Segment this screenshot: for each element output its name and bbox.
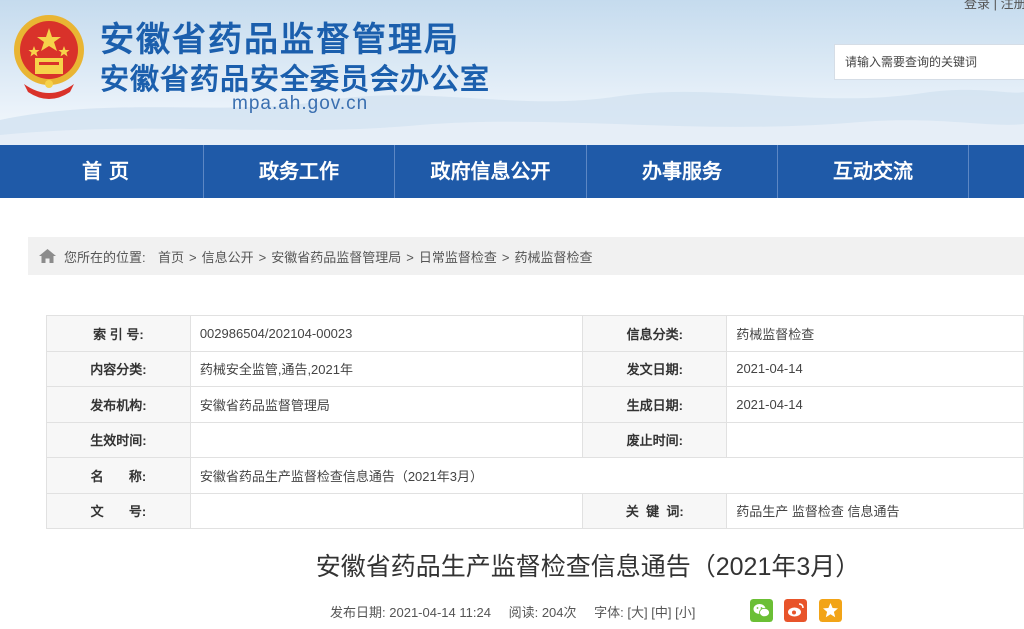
wechat-icon[interactable] bbox=[750, 599, 773, 622]
table-row: 索 引 号: 002986504/202104-00023 信息分类: 药械监督… bbox=[46, 315, 1024, 352]
site-header: 安徽省药品监督管理局 安徽省药品安全委员会办公室 mpa.ah.gov.cn 登… bbox=[0, 0, 1024, 145]
doc-no-value bbox=[189, 492, 584, 529]
publish-date-label: 发布日期: bbox=[330, 605, 386, 620]
search-box bbox=[834, 44, 1024, 80]
font-size-small-link[interactable]: [小] bbox=[675, 605, 695, 620]
nav-item-government-affairs[interactable]: 政务工作 bbox=[204, 145, 394, 198]
content-area: 您所在的位置: 首页 > 信息公开 > 安徽省药品监督管理局 > 日常监督检查 > 药械监督检查… bbox=[8, 213, 1024, 629]
breadcrumb-item-device-inspection[interactable]: 药械监督检查 bbox=[514, 250, 592, 265]
name-value: 安徽省药品生产监督检查信息通告（2021年3月） bbox=[189, 457, 1024, 494]
breadcrumb-item-daily-inspection[interactable]: 日常监督检查 bbox=[419, 250, 497, 265]
table-row: 名 称: 安徽省药品生产监督检查信息通告（2021年3月） bbox=[46, 457, 1024, 494]
font-size-label: 字体: bbox=[594, 605, 624, 620]
issue-date-value: 2021-04-14 bbox=[726, 350, 1024, 387]
info-category-value: 药械监督检查 bbox=[726, 315, 1024, 352]
keywords-value: 药品生产 监督检查 信息通告 bbox=[726, 492, 1024, 529]
effective-date-label: 生效时间: bbox=[46, 421, 191, 458]
index-no-value: 002986504/202104-00023 bbox=[189, 315, 584, 352]
font-size-medium-link[interactable]: [中] bbox=[651, 605, 671, 620]
site-domain: mpa.ah.gov.cn bbox=[232, 93, 369, 114]
breadcrumb-separator: > bbox=[189, 250, 197, 265]
table-row: 发布机构: 安徽省药品监督管理局 生成日期: 2021-04-14 bbox=[46, 386, 1024, 423]
info-category-label: 信息分类: bbox=[582, 315, 728, 352]
name-label: 名 称: bbox=[46, 457, 191, 494]
expiry-date-label: 废止时间: bbox=[582, 421, 728, 458]
article-title: 安徽省药品生产监督检查信息通告（2021年3月） bbox=[315, 553, 861, 581]
issue-date-label: 发文日期: bbox=[582, 350, 728, 387]
breadcrumb-separator: > bbox=[406, 250, 414, 265]
breadcrumb-separator: > bbox=[501, 250, 510, 265]
document-info-table: 索 引 号: 002986504/202104-00023 信息分类: 药械监督… bbox=[46, 315, 1024, 529]
generate-date-label: 生成日期: bbox=[582, 386, 728, 423]
breadcrumb-path: 首页 > 信息公开 > 安徽省药品监督管理局 > 日常监督检查 > 药械监督检查 bbox=[158, 247, 592, 266]
content-category-label: 内容分类: bbox=[46, 350, 191, 387]
views-value: 204次 bbox=[541, 605, 577, 620]
main-nav: 首 页 政务工作 政府信息公开 办事服务 互动交流 bbox=[0, 145, 1024, 198]
nav-item-info-disclosure[interactable]: 政府信息公开 bbox=[395, 145, 586, 198]
index-no-label: 索 引 号: bbox=[46, 315, 191, 352]
weibo-icon[interactable] bbox=[784, 599, 807, 622]
national-emblem-icon bbox=[14, 15, 84, 99]
breadcrumb: 您所在的位置: 首页 > 信息公开 > 安徽省药品监督管理局 > 日常监督检查 > 药械监督检查 bbox=[28, 237, 1024, 275]
nav-item-interaction[interactable]: 互动交流 bbox=[778, 145, 968, 198]
search-input[interactable] bbox=[835, 45, 1024, 79]
article-meta: 发布日期: 2021-04-14 11:24 阅读: 204次 字体: [大] … bbox=[330, 602, 695, 621]
breadcrumb-prefix: 您所在的位置: bbox=[64, 250, 146, 265]
nav-item-home[interactable]: 首 页 bbox=[8, 145, 203, 198]
site-title: 安徽省药品监督管理局 bbox=[100, 20, 460, 60]
breadcrumb-item-home[interactable]: 首页 bbox=[158, 250, 184, 265]
font-size-large-link[interactable]: [大] bbox=[627, 605, 647, 620]
keywords-label: 关 键 词: bbox=[582, 492, 728, 529]
publish-date-value: 2021-04-14 11:24 bbox=[389, 605, 491, 620]
content-category-value: 药械安全监管,通告,2021年 bbox=[189, 350, 584, 387]
nav-divider bbox=[968, 145, 969, 198]
publisher-label: 发布机构: bbox=[46, 386, 191, 423]
breadcrumb-separator: > bbox=[258, 250, 267, 265]
table-row: 生效时间: 废止时间: bbox=[46, 421, 1024, 458]
effective-date-value bbox=[189, 421, 584, 458]
nav-item-services[interactable]: 办事服务 bbox=[587, 145, 777, 198]
table-row: 文 号: 关 键 词: 药品生产 监督检查 信息通告 bbox=[46, 492, 1024, 529]
generate-date-value: 2021-04-14 bbox=[726, 386, 1024, 423]
views-label: 阅读: bbox=[508, 605, 539, 620]
publisher-value: 安徽省药品监督管理局 bbox=[189, 386, 584, 423]
breadcrumb-item-info-disclosure[interactable]: 信息公开 bbox=[202, 250, 254, 265]
favorite-icon[interactable] bbox=[819, 599, 842, 622]
home-icon bbox=[39, 249, 56, 263]
site-subtitle: 安徽省药品安全委员会办公室 bbox=[100, 62, 491, 96]
breadcrumb-item-bureau[interactable]: 安徽省药品监督管理局 bbox=[271, 250, 401, 265]
login-link[interactable]: 登录 | 注册 bbox=[964, 0, 1024, 12]
expiry-date-value bbox=[726, 421, 1024, 458]
doc-no-label: 文 号: bbox=[46, 492, 191, 529]
table-row: 内容分类: 药械安全监管,通告,2021年 发文日期: 2021-04-14 bbox=[46, 350, 1024, 387]
